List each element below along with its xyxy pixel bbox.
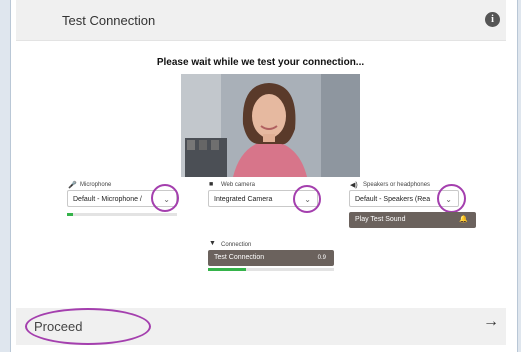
- camera-preview: [181, 74, 360, 177]
- microphone-select-value: Default - Microphone /: [73, 196, 142, 203]
- test-connection-suffix: 0.9: [317, 255, 326, 261]
- connection-label: Connection: [221, 242, 252, 248]
- connection-progress-bar: [208, 268, 334, 271]
- bell-icon: 🔔: [459, 216, 468, 223]
- speakers-label: Speakers or headphones: [363, 182, 431, 188]
- highlight-circle-speakers: [437, 184, 466, 213]
- microphone-icon: 🎤: [68, 182, 77, 189]
- status-heading: Please wait while we test your connectio…: [156, 57, 365, 68]
- info-icon[interactable]: i: [485, 12, 500, 27]
- highlight-circle-proceed: [25, 308, 151, 345]
- microphone-label: Microphone: [80, 182, 112, 188]
- wifi-icon: ▼: [209, 240, 216, 247]
- speaker-icon: ◀): [350, 182, 358, 189]
- microphone-level-meter: [67, 213, 177, 216]
- test-connection-label: Test Connection: [214, 254, 265, 261]
- page-header: Test Connection i: [16, 0, 506, 41]
- speakers-select-value: Default - Speakers (Rea: [355, 196, 431, 203]
- play-test-sound-button[interactable]: Play Test Sound 🔔: [349, 212, 476, 228]
- highlight-circle-camera: [293, 185, 321, 213]
- camera-preview-image: [181, 74, 360, 177]
- highlight-circle-microphone: [151, 184, 179, 212]
- microphone-level-fill: [67, 213, 73, 216]
- video-camera-icon: ■: [209, 181, 214, 188]
- page-title: Test Connection: [62, 13, 156, 28]
- test-connection-button[interactable]: Test Connection 0.9: [208, 250, 334, 266]
- play-test-sound-label: Play Test Sound: [355, 216, 406, 223]
- camera-select-value: Integrated Camera: [214, 196, 273, 203]
- connection-progress-fill: [208, 268, 246, 271]
- arrow-right-icon[interactable]: →: [483, 313, 499, 331]
- camera-label: Web camera: [221, 182, 255, 188]
